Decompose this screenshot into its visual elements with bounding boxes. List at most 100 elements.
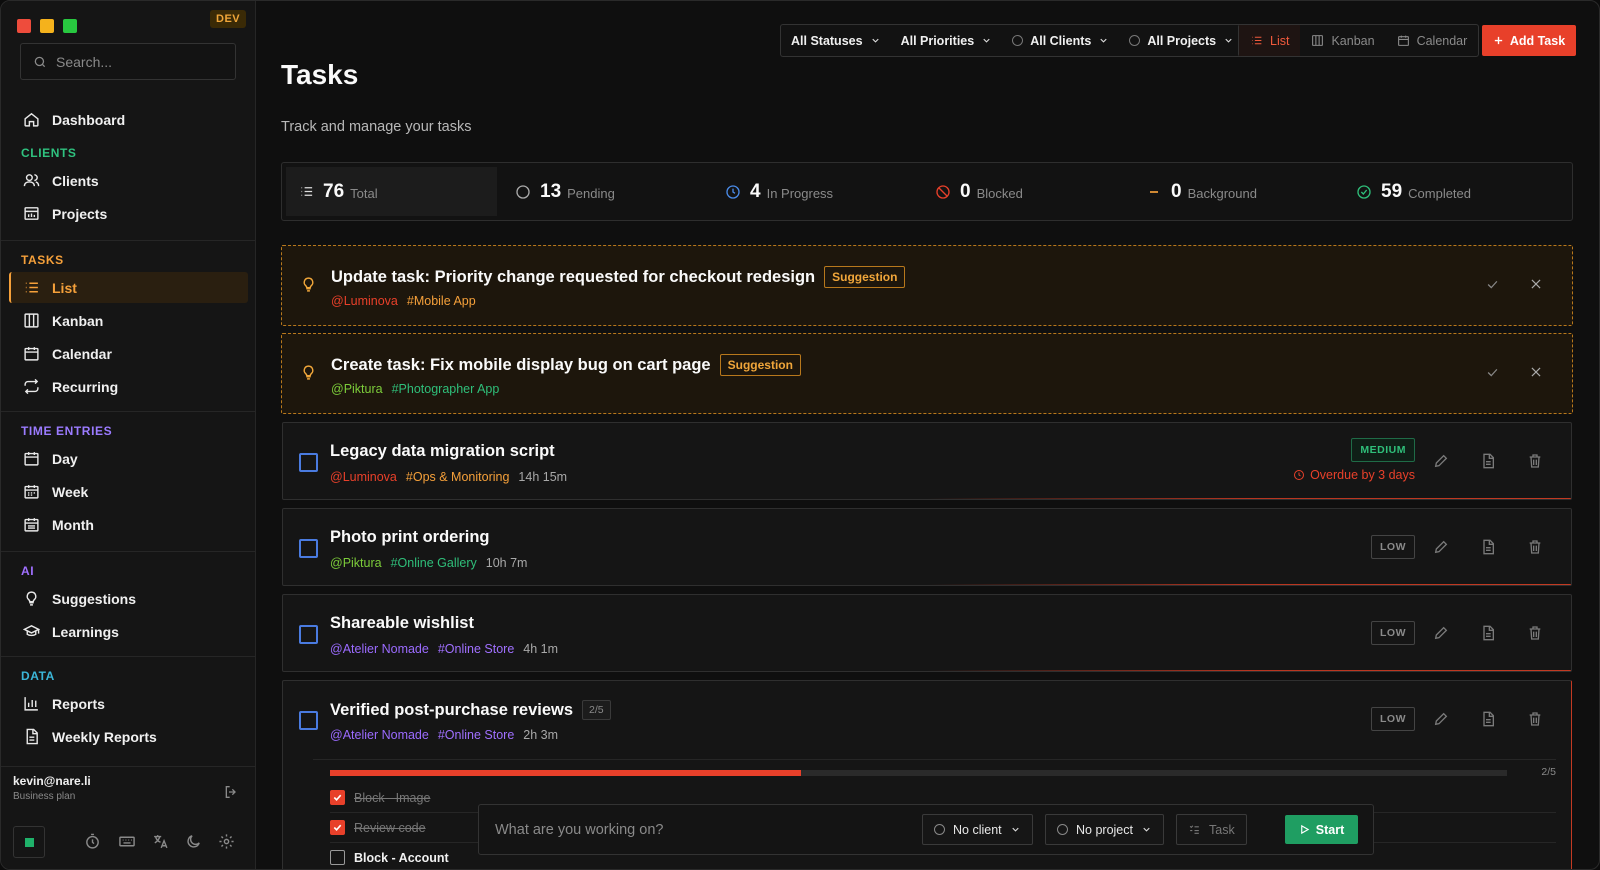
timer-project-select[interactable]: No project <box>1045 814 1164 845</box>
project-tag[interactable]: #Photographer App <box>392 382 500 396</box>
pencil-icon[interactable] <box>1433 453 1449 469</box>
client-tag[interactable]: @Piktura <box>330 556 382 570</box>
stopwatch-icon[interactable] <box>84 833 101 850</box>
document-icon[interactable] <box>1480 711 1496 727</box>
task-checkbox[interactable] <box>299 453 318 472</box>
sidebar-item-weekly-reports[interactable]: Weekly Reports <box>9 721 248 752</box>
timer-client-select[interactable]: No client <box>922 814 1033 845</box>
priority-filter[interactable]: All Priorities <box>891 25 1003 56</box>
project-tag[interactable]: #Online Gallery <box>391 556 477 570</box>
document-icon[interactable] <box>1480 625 1496 641</box>
minimize-window-button[interactable] <box>40 19 54 33</box>
kanban-icon <box>1312 35 1324 46</box>
subtask-checkbox[interactable] <box>330 850 345 865</box>
subtask-item[interactable]: Block - Image <box>330 790 430 805</box>
client-tag[interactable]: @Luminova <box>330 470 397 484</box>
sidebar-item-recurring[interactable]: Recurring <box>9 371 248 402</box>
stat-in-progress[interactable]: 4 In Progress <box>712 167 833 216</box>
client-filter[interactable]: All Clients <box>1002 25 1119 56</box>
project-tag[interactable]: #Online Store <box>438 728 514 742</box>
task-checkbox[interactable] <box>299 539 318 558</box>
close-window-button[interactable] <box>17 19 31 33</box>
sidebar-item-month[interactable]: Month <box>9 509 248 540</box>
timer-status-button[interactable] <box>13 826 45 858</box>
task-row[interactable]: Legacy data migration script @Luminova #… <box>282 422 1572 500</box>
suggestion-title-text: Update task: Priority change requested f… <box>331 267 816 286</box>
document-icon[interactable] <box>1480 453 1496 469</box>
sidebar-item-week[interactable]: Week <box>9 476 248 507</box>
trash-icon[interactable] <box>1527 711 1543 727</box>
project-tag[interactable]: #Ops & Monitoring <box>406 470 510 484</box>
task-checkbox[interactable] <box>299 711 318 730</box>
sidebar-item-list[interactable]: List <box>9 272 248 303</box>
sidebar-item-reports[interactable]: Reports <box>9 688 248 719</box>
task-title[interactable]: Verified post-purchase reviews 2/5 <box>330 700 611 720</box>
client-tag[interactable]: @Atelier Nomade <box>330 642 429 656</box>
gear-icon[interactable] <box>218 833 235 850</box>
sidebar-item-learnings[interactable]: Learnings <box>9 616 248 647</box>
add-task-button[interactable]: Add Task <box>1482 25 1576 56</box>
sidebar-bottom-bar <box>1 818 256 869</box>
view-switcher: List Kanban Calendar <box>1238 24 1480 57</box>
overdue-indicator: Overdue by 3 days <box>1293 468 1415 482</box>
task-title[interactable]: Legacy data migration script <box>330 442 555 461</box>
status-filter[interactable]: All Statuses <box>781 25 891 56</box>
stat-background[interactable]: 0 Background <box>1133 167 1257 216</box>
status-indicator <box>24 837 34 847</box>
timer-task-select[interactable]: Task <box>1176 814 1247 845</box>
client-tag[interactable]: @Piktura <box>331 382 383 396</box>
subtask-item[interactable]: Block - Account <box>330 850 449 865</box>
stat-total[interactable]: 76 Total <box>286 167 497 216</box>
stat-completed[interactable]: 59 Completed <box>1343 167 1471 216</box>
stat-blocked[interactable]: 0 Blocked <box>922 167 1023 216</box>
sidebar-item-day[interactable]: Day <box>9 443 248 474</box>
view-calendar-button[interactable]: Calendar <box>1386 25 1479 56</box>
maximize-window-button[interactable] <box>63 19 77 33</box>
pencil-icon[interactable] <box>1433 625 1449 641</box>
project-tag[interactable]: #Online Store <box>438 642 514 656</box>
pencil-icon[interactable] <box>1433 539 1449 555</box>
circle-icon <box>934 824 945 835</box>
close-icon[interactable] <box>1529 277 1543 291</box>
sidebar-item-clients[interactable]: Clients <box>9 165 248 196</box>
logout-icon[interactable] <box>223 784 239 800</box>
task-title[interactable]: Photo print ordering <box>330 528 489 547</box>
stat-label: Pending <box>567 186 615 201</box>
client-tag[interactable]: @Atelier Nomade <box>330 728 429 742</box>
check-icon[interactable] <box>1485 277 1500 292</box>
search-input[interactable]: Search... <box>20 43 236 80</box>
task-row[interactable]: Shareable wishlist @Atelier Nomade #Onli… <box>282 594 1572 672</box>
timer-description-input[interactable]: What are you working on? <box>495 822 663 838</box>
client-tag[interactable]: @Luminova <box>331 294 398 308</box>
sidebar-item-projects[interactable]: Projects <box>9 198 248 229</box>
trash-icon[interactable] <box>1527 453 1543 469</box>
task-row-accent <box>283 583 1571 585</box>
trash-icon[interactable] <box>1527 625 1543 641</box>
moon-icon[interactable] <box>185 833 202 850</box>
subtask-checkbox[interactable] <box>330 820 345 835</box>
task-checkbox[interactable] <box>299 625 318 644</box>
close-icon[interactable] <box>1529 365 1543 379</box>
time-tracked: 14h 15m <box>518 470 568 484</box>
task-title[interactable]: Shareable wishlist <box>330 614 474 633</box>
subtask-item[interactable]: Review code <box>330 820 426 835</box>
document-icon[interactable] <box>1480 539 1496 555</box>
stat-pending[interactable]: 13 Pending <box>502 167 615 216</box>
sidebar-item-dashboard[interactable]: Dashboard <box>9 104 248 135</box>
keyboard-icon[interactable] <box>118 833 136 850</box>
sidebar-item-calendar[interactable]: Calendar <box>9 338 248 369</box>
sidebar-item-label: Recurring <box>52 378 119 395</box>
project-filter[interactable]: All Projects <box>1119 25 1244 56</box>
project-tag[interactable]: #Mobile App <box>407 294 476 308</box>
view-kanban-button[interactable]: Kanban <box>1300 25 1385 56</box>
task-row[interactable]: Photo print ordering @Piktura #Online Ga… <box>282 508 1572 586</box>
sidebar-item-kanban[interactable]: Kanban <box>9 305 248 336</box>
trash-icon[interactable] <box>1527 539 1543 555</box>
start-timer-button[interactable]: Start <box>1285 815 1358 844</box>
pencil-icon[interactable] <box>1433 711 1449 727</box>
check-icon[interactable] <box>1485 365 1500 380</box>
translate-icon[interactable] <box>152 833 169 850</box>
view-list-button[interactable]: List <box>1239 25 1301 56</box>
sidebar-item-suggestions[interactable]: Suggestions <box>9 583 248 614</box>
subtask-checkbox[interactable] <box>330 790 345 805</box>
